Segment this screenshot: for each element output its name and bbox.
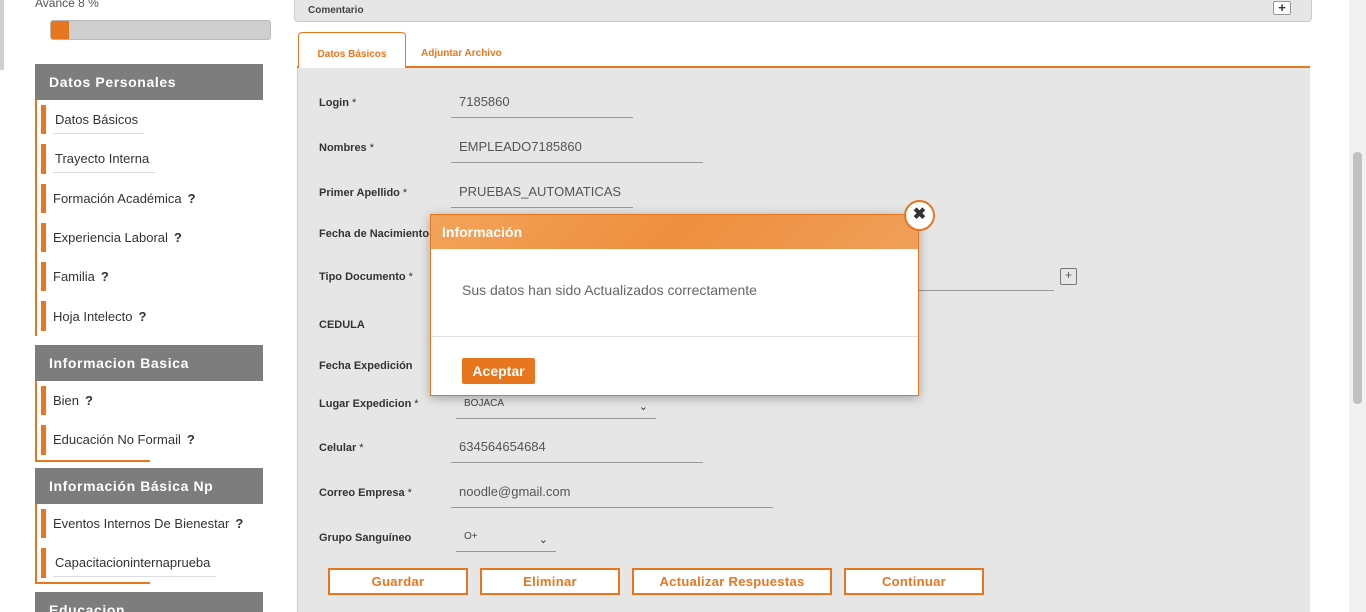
- scrollbar-thumb[interactable]: [1353, 152, 1362, 404]
- login-field[interactable]: 7185860: [451, 92, 633, 118]
- section-underline: [35, 460, 150, 462]
- vertical-scrollbar[interactable]: [1349, 0, 1366, 612]
- document-number-field[interactable]: [898, 265, 1054, 291]
- modal-message: Sus datos han sido Actualizados correcta…: [431, 249, 918, 337]
- help-mark: ?: [235, 516, 244, 532]
- section-informacion-basica: Informacion Basica Bien? Educación No Fo…: [35, 345, 263, 462]
- sidebar-item-label: Eventos Internos De Bienestar: [53, 516, 230, 532]
- sidebar-item-formacion-academica[interactable]: Formación Académica?: [37, 179, 263, 218]
- cedula-label: CEDULA: [319, 319, 365, 331]
- sidebar-item-trayecto-interna[interactable]: Trayecto Interna: [37, 139, 263, 178]
- help-mark: ?: [186, 432, 195, 448]
- help-mark: ?: [100, 269, 109, 285]
- chevron-down-icon: ⌄: [538, 534, 548, 546]
- nombres-label: Nombres *: [319, 142, 374, 154]
- section-datos-personales: Datos Personales Datos Básicos Trayecto …: [35, 64, 263, 336]
- actualizar-respuestas-button[interactable]: Actualizar Respuestas: [632, 568, 832, 595]
- sidebar-item-hoja-intelecto[interactable]: Hoja Intelecto?: [37, 296, 263, 335]
- guardar-button[interactable]: Guardar: [328, 568, 468, 595]
- sidebar-item-label: Experiencia Laboral: [53, 230, 168, 246]
- primer-apellido-label: Primer Apellido *: [319, 187, 408, 199]
- progress-bar-fill: [51, 21, 69, 39]
- sidebar-item-label: Datos Básicos: [53, 106, 145, 134]
- sidebar-item-experiencia-laboral[interactable]: Experiencia Laboral?: [37, 218, 263, 257]
- section-header[interactable]: Datos Personales: [35, 64, 263, 100]
- sidebar-item-educacion-no-formail[interactable]: Educación No Formail?: [37, 420, 263, 459]
- comment-bar: Comentario +: [294, 0, 1312, 22]
- comment-label: Comentario: [308, 5, 364, 16]
- add-document-icon[interactable]: +: [1060, 268, 1077, 285]
- sidebar-item-capacitacion-interna[interactable]: Capacitacioninternaprueba: [37, 543, 263, 582]
- tab-bar: Datos Básicos Adjuntar Archivo: [297, 32, 1310, 70]
- sidebar-item-label: Familia: [53, 269, 95, 285]
- sidebar-item-datos-basicos[interactable]: Datos Básicos: [37, 100, 263, 139]
- correo-empresa-field[interactable]: noodle@gmail.com: [451, 482, 773, 508]
- sidebar-item-bien[interactable]: Bien?: [37, 381, 263, 420]
- aceptar-button[interactable]: Aceptar: [462, 358, 535, 384]
- chevron-down-icon: ⌄: [638, 401, 648, 413]
- section-educacion: Educacion: [35, 592, 263, 612]
- lugar-expedicion-label: Lugar Expedicion *: [319, 398, 419, 410]
- help-mark: ?: [138, 308, 147, 324]
- celular-label: Celular *: [319, 442, 364, 454]
- section-header[interactable]: Información Básica Np: [35, 468, 263, 504]
- sidebar-item-familia[interactable]: Familia?: [37, 257, 263, 296]
- celular-field[interactable]: 634564654684: [451, 437, 703, 463]
- left-gutter: [0, 0, 4, 70]
- grupo-sanguineo-select[interactable]: O+ ⌄: [456, 526, 556, 552]
- nombres-field[interactable]: EMPLEADO7185860: [451, 137, 703, 163]
- section-header[interactable]: Educacion: [35, 592, 263, 612]
- primer-apellido-field[interactable]: PRUEBAS_AUTOMATICAS: [451, 182, 633, 208]
- modal-title: Información: [431, 215, 918, 249]
- grupo-sanguineo-label: Grupo Sanguíneo: [319, 532, 412, 544]
- login-label: Login *: [319, 97, 357, 109]
- sidebar-item-label: Hoja Intelecto: [53, 308, 133, 324]
- sidebar-item-eventos-internos[interactable]: Eventos Internos De Bienestar?: [37, 504, 263, 543]
- sidebar-item-label: Trayecto Interna: [53, 145, 156, 173]
- sidebar-item-label: Educación No Formail: [53, 432, 181, 448]
- expand-plus-icon[interactable]: +: [1273, 1, 1291, 15]
- help-mark: ?: [85, 393, 93, 409]
- fecha-expedicion-label: Fecha Expedición: [319, 360, 413, 372]
- tab-datos-basicos[interactable]: Datos Básicos: [298, 32, 406, 70]
- help-mark: ?: [173, 230, 182, 246]
- close-icon[interactable]: ✖: [904, 200, 935, 231]
- progress-label: Avance 8 %: [35, 0, 99, 10]
- fecha-nacimiento-label: Fecha de Nacimiento: [319, 228, 430, 240]
- section-header[interactable]: Informacion Basica: [35, 345, 263, 381]
- info-modal: Información Sus datos han sido Actualiza…: [430, 214, 919, 396]
- sidebar-item-label: Formación Académica: [53, 190, 182, 206]
- tipo-documento-label: Tipo Documento *: [319, 271, 413, 283]
- help-mark: ?: [187, 190, 196, 206]
- lugar-expedicion-select[interactable]: BOJACA ⌄: [456, 393, 656, 419]
- continuar-button[interactable]: Continuar: [844, 568, 984, 595]
- sidebar-item-label: Bien: [53, 393, 80, 409]
- correo-empresa-label: Correo Empresa *: [319, 487, 412, 499]
- progress-bar: [50, 20, 271, 40]
- tab-adjuntar-archivo[interactable]: Adjuntar Archivo: [410, 32, 513, 68]
- sidebar-item-label: Capacitacioninternaprueba: [53, 549, 217, 577]
- section-underline: [35, 582, 150, 584]
- eliminar-button[interactable]: Eliminar: [480, 568, 620, 595]
- section-informacion-basica-np: Información Básica Np Eventos Internos D…: [35, 468, 263, 584]
